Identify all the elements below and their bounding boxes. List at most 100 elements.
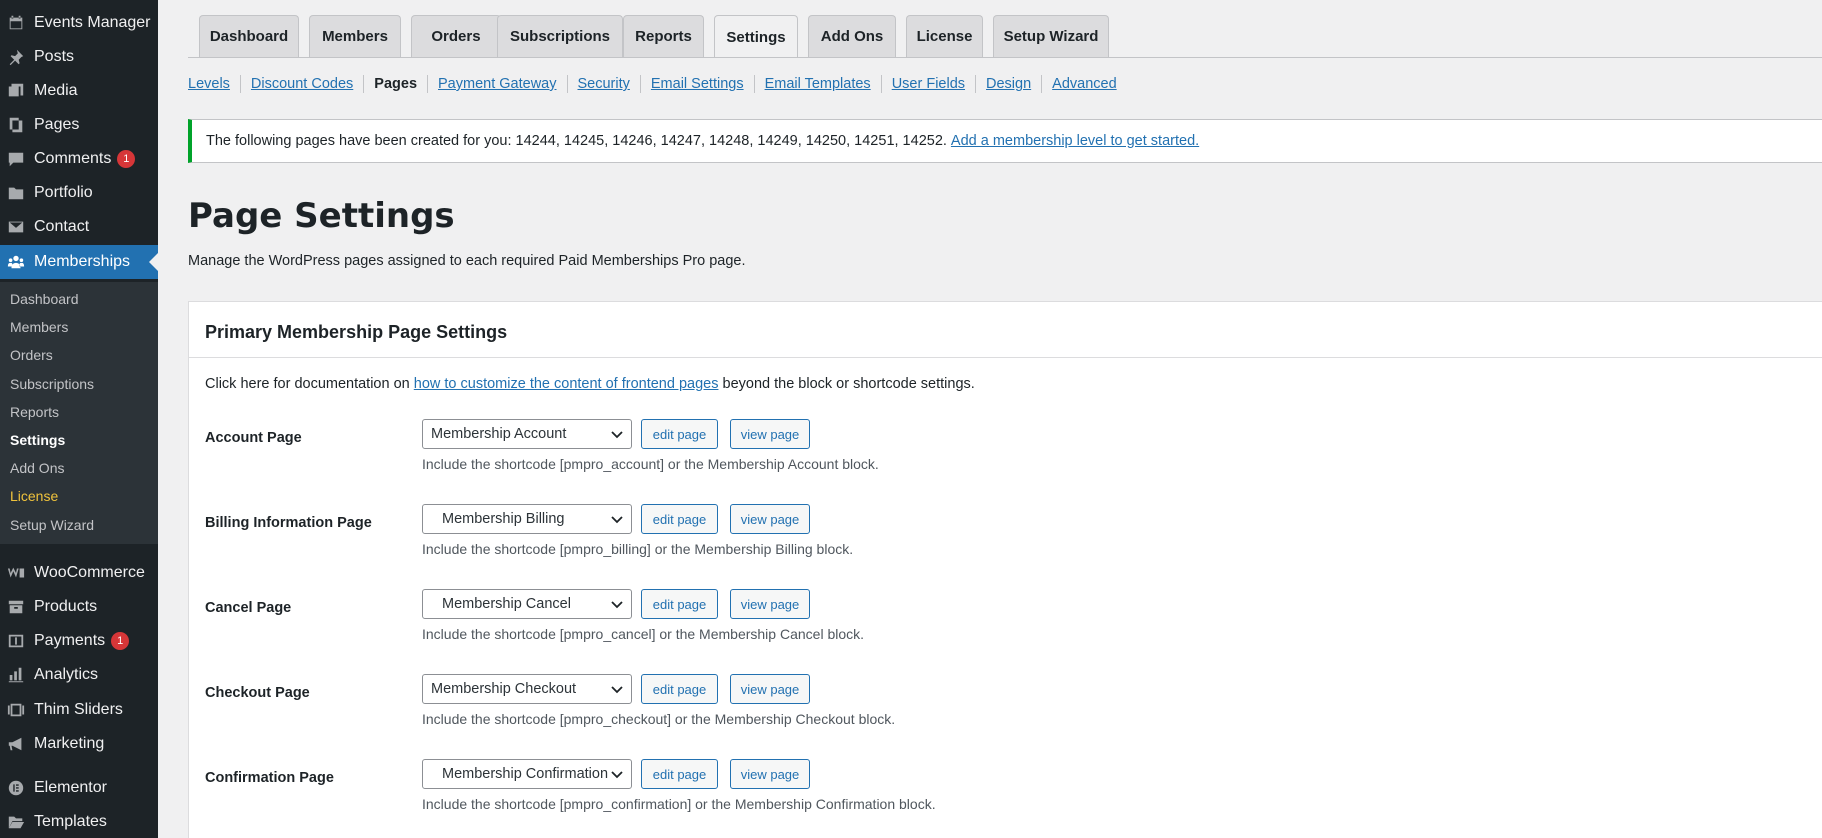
billing-page-select[interactable]: Membership Billing <box>422 504 632 534</box>
comments-icon <box>6 149 26 169</box>
pin-icon <box>6 47 26 67</box>
chevron-down-icon <box>611 601 623 609</box>
page-description: Manage the WordPress pages assigned to e… <box>188 253 746 269</box>
submenu-license[interactable]: License <box>10 488 58 504</box>
subnav-design[interactable]: Design <box>986 76 1031 92</box>
panel-title: Primary Membership Page Settings <box>205 322 508 342</box>
menu-item-woocommerce[interactable]: WooCommerce <box>0 556 158 590</box>
row-label: Cancel Page <box>205 600 292 616</box>
edit-page-button[interactable]: edit page <box>641 674 718 704</box>
menu-item-portfolio[interactable]: Portfolio <box>0 176 158 210</box>
menu-label: Thim Sliders <box>34 701 123 718</box>
menu-label: Products <box>34 598 98 615</box>
bar-chart-icon <box>6 665 26 685</box>
view-page-button[interactable]: view page <box>730 504 810 534</box>
menu-item-contact[interactable]: Contact <box>0 210 158 244</box>
subnav-security[interactable]: Security <box>578 76 630 92</box>
submenu-subscriptions[interactable]: Subscriptions <box>10 376 94 392</box>
submenu-reports[interactable]: Reports <box>10 404 59 420</box>
submenu-orders[interactable]: Orders <box>10 347 53 363</box>
select-value: Membership Billing <box>442 511 565 527</box>
tab-reports[interactable]: Reports <box>623 15 704 57</box>
view-page-button[interactable]: view page <box>730 759 810 789</box>
select-value: Membership Checkout <box>431 681 577 697</box>
notice-text: The following pages have been created fo… <box>206 133 947 149</box>
comments-count-badge: 1 <box>117 150 136 168</box>
menu-item-media[interactable]: Media <box>0 74 158 108</box>
row-label: Confirmation Page <box>205 770 334 786</box>
account-page-select[interactable]: Membership Account <box>422 419 632 449</box>
main-content: Dashboard Members Orders Subscriptions R… <box>158 0 1822 838</box>
page-title: Page Settings <box>188 196 455 236</box>
subnav-payment-gateway[interactable]: Payment Gateway <box>438 76 556 92</box>
current-menu-arrow <box>149 253 158 271</box>
tab-dashboard[interactable]: Dashboard <box>199 15 299 57</box>
tab-add-ons[interactable]: Add Ons <box>808 15 896 57</box>
add-level-link[interactable]: Add a membership level to get started. <box>951 133 1199 149</box>
subnav-separator <box>239 75 241 93</box>
subnav-levels[interactable]: Levels <box>188 76 230 92</box>
edit-page-button[interactable]: edit page <box>641 759 718 789</box>
submenu-settings[interactable]: Settings <box>10 432 65 448</box>
edit-page-button[interactable]: edit page <box>641 589 718 619</box>
menu-label: Analytics <box>34 666 99 683</box>
subnav-user-fields[interactable]: User Fields <box>892 76 965 92</box>
menu-label: Payments <box>34 632 106 649</box>
menu-label: Elementor <box>34 779 107 796</box>
menu-item-products[interactable]: Products <box>0 590 158 624</box>
subnav-separator <box>1041 75 1043 93</box>
menu-item-payments[interactable]: Payments 1 <box>0 624 158 658</box>
subnav-separator <box>975 75 977 93</box>
settings-subnav: Levels Discount Codes Pages Payment Gate… <box>188 74 1117 94</box>
menu-item-elementor[interactable]: Elementor <box>0 771 158 805</box>
tab-settings[interactable]: Settings <box>714 15 798 58</box>
subnav-email-settings[interactable]: Email Settings <box>651 76 744 92</box>
checkout-page-select[interactable]: Membership Checkout <box>422 674 632 704</box>
menu-label: Comments <box>34 150 112 167</box>
menu-item-posts[interactable]: Posts <box>0 40 158 74</box>
subnav-advanced[interactable]: Advanced <box>1052 76 1117 92</box>
subnav-email-templates[interactable]: Email Templates <box>765 76 871 92</box>
view-page-button[interactable]: view page <box>730 589 810 619</box>
dollar-icon <box>6 631 26 651</box>
subnav-separator <box>363 75 365 93</box>
row-help-text: Include the shortcode [pmpro_billing] or… <box>422 541 854 557</box>
menu-item-events-manager[interactable]: Events Manager <box>0 6 158 40</box>
menu-item-templates[interactable]: Templates <box>0 805 158 838</box>
select-value: Membership Confirmation <box>442 766 609 782</box>
row-help-text: Include the shortcode [pmpro_checkout] o… <box>422 711 896 727</box>
confirmation-page-select[interactable]: Membership Confirmation <box>422 759 632 789</box>
subnav-discount-codes[interactable]: Discount Codes <box>251 76 353 92</box>
view-page-button[interactable]: view page <box>730 419 810 449</box>
tab-members[interactable]: Members <box>309 15 401 57</box>
tab-license[interactable]: License <box>906 15 983 57</box>
customize-frontend-link[interactable]: how to customize the content of frontend… <box>414 376 719 392</box>
submenu-dashboard[interactable]: Dashboard <box>10 291 79 307</box>
edit-page-button[interactable]: edit page <box>641 504 718 534</box>
view-page-button[interactable]: view page <box>730 674 810 704</box>
menu-label: Posts <box>34 48 75 65</box>
tab-setup-wizard[interactable]: Setup Wizard <box>993 15 1109 57</box>
menu-item-marketing[interactable]: Marketing <box>0 727 158 761</box>
tab-subscriptions[interactable]: Subscriptions <box>497 15 623 57</box>
cancel-page-select[interactable]: Membership Cancel <box>422 589 632 619</box>
slides-icon <box>6 700 26 720</box>
menu-item-analytics[interactable]: Analytics <box>0 658 158 692</box>
subnav-pages: Pages <box>374 76 418 92</box>
menu-item-comments[interactable]: Comments 1 <box>0 142 158 176</box>
menu-label: WooCommerce <box>34 564 145 581</box>
menu-item-pages[interactable]: Pages <box>0 108 158 142</box>
groups-icon <box>6 252 26 272</box>
tab-orders[interactable]: Orders <box>411 15 501 57</box>
menu-item-thim-sliders[interactable]: Thim Sliders <box>0 693 158 727</box>
submenu-members[interactable]: Members <box>10 319 68 335</box>
edit-page-button[interactable]: edit page <box>641 419 718 449</box>
megaphone-icon <box>6 734 26 754</box>
menu-label: Media <box>34 82 78 99</box>
select-value: Membership Cancel <box>442 596 571 612</box>
mail-icon <box>6 217 26 237</box>
chevron-down-icon <box>609 766 625 782</box>
submenu-add-ons[interactable]: Add Ons <box>10 460 64 476</box>
menu-item-memberships[interactable]: Memberships <box>0 245 158 279</box>
submenu-setup-wizard[interactable]: Setup Wizard <box>10 517 94 533</box>
